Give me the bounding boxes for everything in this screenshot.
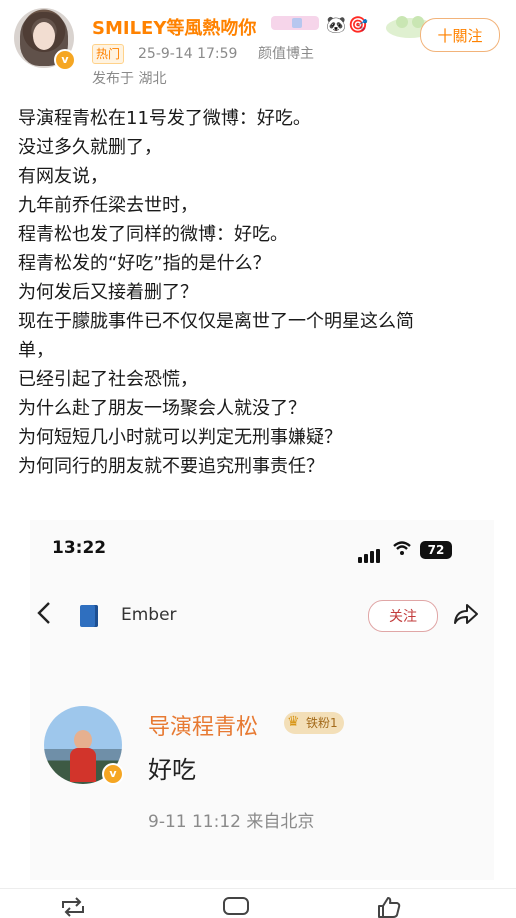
like-button[interactable]: [376, 896, 402, 918]
verified-badge-icon: v: [102, 763, 124, 785]
post-line: 为什么赴了朋友一场聚会人就没了？: [18, 398, 306, 419]
post-line: 导演程青松在11号发了微博：好吃。: [18, 108, 311, 129]
user-role: 颜值博主: [258, 46, 314, 62]
post-line: 程青松也发了同样的微博：好吃。: [18, 224, 288, 245]
thumbs-up-icon: [378, 897, 401, 918]
status-time: 13:22: [52, 538, 107, 558]
post-body: 导演程青松在11号发了微博：好吃。 没过多久就删了， 有网友说， 九年前乔任梁去…: [18, 104, 498, 481]
quoted-post-meta: 9-11 11:12 来自北京: [148, 812, 315, 832]
comment-icon: [223, 897, 249, 915]
quoted-post-text: 好吃: [148, 756, 196, 784]
book-icon: [80, 605, 98, 627]
author-name[interactable]: 导演程青松: [148, 709, 258, 741]
post-line: 程青松发的“好吃”指的是什么？: [18, 253, 271, 274]
battery-icon: 72: [420, 541, 452, 559]
app-title: Ember: [121, 605, 177, 625]
post-line: 单，: [18, 340, 54, 361]
fan-badge-label: 铁粉1: [306, 716, 338, 730]
username[interactable]: SMILEY等風熱吻你: [92, 14, 256, 40]
post-line: 九年前乔任梁去世时，: [18, 195, 198, 216]
wifi-icon: [392, 540, 412, 560]
post-location: 发布于 湖北: [92, 71, 167, 87]
share-icon[interactable]: [452, 600, 480, 632]
repost-icon: [62, 897, 84, 917]
post-line: 为何同行的朋友就不要追究刑事责任？: [18, 456, 324, 477]
post-line: 已经引起了社会恐慌，: [18, 369, 198, 390]
post-line: 有网友说，: [18, 166, 108, 187]
repost-button[interactable]: [60, 896, 86, 918]
post-line: 没过多久就删了，: [18, 137, 162, 158]
post-line: 为何发后又接着删了？: [18, 282, 198, 303]
verified-badge-icon: v: [54, 49, 76, 71]
target-emoji: 🎯: [348, 15, 368, 34]
post-line: 为何短短几小时就可以判定无刑事嫌疑？: [18, 427, 342, 448]
crown-icon: ♛: [287, 714, 300, 730]
member-badge-icon: [270, 14, 320, 38]
post-timestamp: 25-9-14 17:59: [138, 46, 238, 62]
hot-tag: 热门: [92, 44, 125, 64]
fan-badge: ♛ 铁粉1: [284, 712, 344, 734]
panda-emoji: 🐼: [326, 15, 346, 34]
comment-button[interactable]: [222, 896, 250, 918]
signal-icon: [358, 544, 382, 563]
back-arrow-icon[interactable]: [36, 600, 52, 632]
follow-button[interactable]: 关注: [368, 600, 438, 632]
follow-button[interactable]: 十關注: [420, 18, 500, 52]
post-line: 现在于朦胧事件已不仅仅是离世了一个明星这么简: [18, 311, 414, 332]
